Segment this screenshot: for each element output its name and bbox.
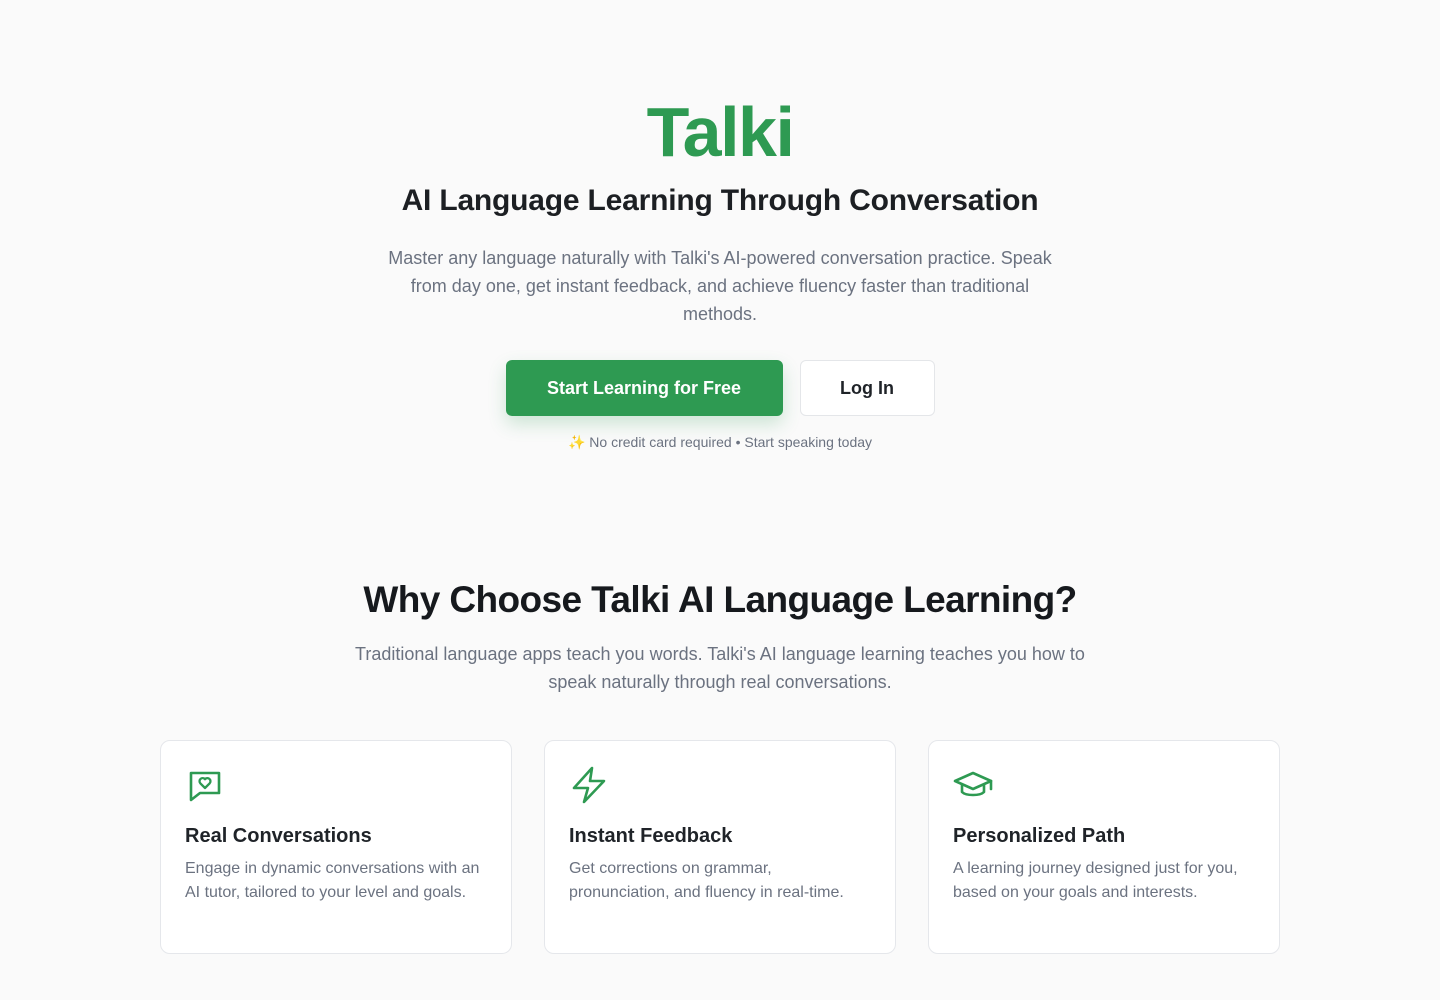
brand-logo: Talki: [646, 93, 795, 171]
start-learning-button[interactable]: Start Learning for Free: [505, 360, 783, 416]
no-credit-card-note: ✨ No credit card required • Start speaki…: [0, 433, 1440, 451]
cta-row: Start Learning for Free Log In: [0, 360, 1440, 416]
feature-title: Personalized Path: [953, 825, 1126, 847]
feature-title: Real Conversations: [185, 825, 372, 847]
hero-section: Talki AI Language Learning Through Conve…: [0, 92, 1440, 451]
graduation-cap-icon: [953, 765, 993, 805]
sparkles-icon: ✨: [567, 434, 586, 450]
lightning-bolt-icon: [569, 765, 609, 805]
why-section: Why Choose Talki AI Language Learning? T…: [0, 578, 1440, 696]
feature-description: Engage in dynamic conversations with an …: [185, 860, 480, 901]
feature-card-instant-feedback: Instant Feedback Get corrections on gram…: [544, 740, 896, 954]
feature-card-personalized-path: Personalized Path A learning journey des…: [928, 740, 1280, 954]
feature-title: Instant Feedback: [569, 825, 733, 847]
feature-description: A learning journey designed just for you…: [953, 860, 1238, 901]
why-description: Traditional language apps teach you word…: [355, 644, 1085, 692]
feature-description: Get corrections on grammar, pronunciatio…: [569, 860, 844, 901]
message-heart-icon: [185, 765, 225, 805]
feature-card-real-conversations: Real Conversations Engage in dynamic con…: [160, 740, 512, 954]
log-in-button[interactable]: Log In: [799, 360, 935, 416]
feature-cards: Real Conversations Engage in dynamic con…: [160, 740, 1280, 954]
landing-page: Talki AI Language Learning Through Conve…: [0, 0, 1440, 1000]
note-text: No credit card required • Start speaking…: [589, 434, 873, 450]
hero-description: Master any language naturally with Talki…: [388, 248, 1052, 324]
why-title: Why Choose Talki AI Language Learning?: [363, 579, 1077, 620]
hero-title: AI Language Learning Through Conversatio…: [401, 184, 1039, 217]
